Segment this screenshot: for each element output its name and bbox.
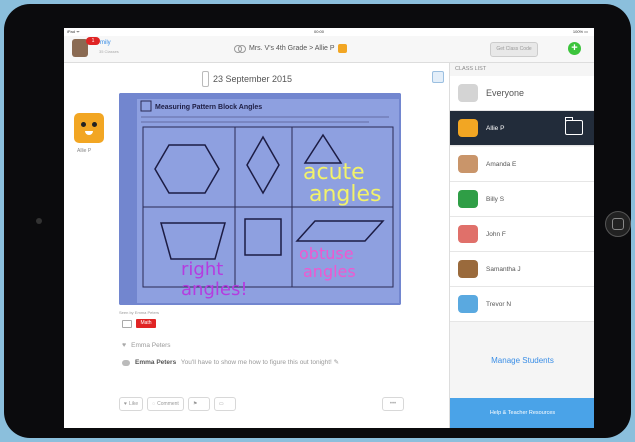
breadcrumb-text: Mrs. V's 4th Grade > Allie P xyxy=(249,45,335,52)
like-button[interactable]: ♥ Like xyxy=(119,397,144,411)
user-name[interactable]: mily xyxy=(100,40,111,46)
class-list-item-label: Everyone xyxy=(486,88,525,98)
tablet-frame: iPad ᯤ 00:00 100% ▭ 1 mily 35 Classes Mr… xyxy=(4,4,631,438)
class-list-sidebar: CLASS LIST Everyone Allie P Amanda E Bil… xyxy=(449,63,594,428)
home-button[interactable] xyxy=(605,211,631,237)
comment-icon: ◌ xyxy=(152,401,156,407)
date-label: 23 September 2015 xyxy=(213,74,293,84)
flag-button[interactable]: ⚑ xyxy=(187,397,210,411)
manage-students-link[interactable]: Manage Students xyxy=(450,356,594,365)
class-list-item-samantha-j[interactable]: Samantha J xyxy=(450,252,594,287)
tiger-icon xyxy=(458,119,478,137)
portfolio-folder-icon[interactable] xyxy=(565,117,583,135)
more-button[interactable]: ••• xyxy=(382,397,404,411)
octopus-icon xyxy=(458,225,478,243)
subject-tag[interactable]: Math xyxy=(136,319,156,328)
calendar-icon xyxy=(202,71,209,87)
class-list-item-amanda-e[interactable]: Amanda E xyxy=(450,147,594,182)
class-group-icon xyxy=(234,44,246,53)
whale-icon xyxy=(458,295,478,313)
heart-icon: ♥ xyxy=(124,401,127,407)
obtuse-annotation-line1: obtuse xyxy=(299,244,354,263)
folder-icon: ▭ xyxy=(218,401,224,407)
clock: 00:00 xyxy=(314,29,325,34)
obtuse-annotation-line2: angles xyxy=(303,262,356,281)
battery-indicator: 100% ▭ xyxy=(572,29,588,34)
nav-bar: 1 mily 35 Classes Mrs. V's 4th Grade > A… xyxy=(64,36,594,63)
comment-button[interactable]: ◌ Comment xyxy=(147,397,184,411)
student-name: Allie P xyxy=(77,148,92,154)
comment: Emma Peters You'll have to show me how t… xyxy=(122,357,402,369)
student-avatar[interactable] xyxy=(74,113,104,143)
worksheet-title: Measuring Pattern Block Angles xyxy=(155,104,262,111)
comment-text: You'll have to show me how to figure thi… xyxy=(180,359,340,366)
dinosaur-icon xyxy=(458,190,478,208)
carrier-label: iPad ᯤ xyxy=(67,29,80,34)
like-name: Emma Peters xyxy=(131,342,171,349)
acute-annotation-line2: angles xyxy=(309,182,382,207)
like-button-label: Like xyxy=(128,401,139,407)
comment-bubble-icon xyxy=(122,360,130,366)
dog-icon xyxy=(458,155,478,173)
class-list-item-label: Amanda E xyxy=(486,160,517,168)
comment-author: Emma Peters xyxy=(135,359,177,366)
right-annotation-line2: angles! xyxy=(181,279,248,300)
help-teacher-resources-button[interactable]: Help & Teacher Resources xyxy=(450,398,594,428)
breadcrumb[interactable]: Mrs. V's 4th Grade > Allie P xyxy=(234,44,347,53)
like-row: ♥ Emma Peters xyxy=(122,342,171,349)
worksheet-photo[interactable]: Measuring Pattern Block Angles acute ang… xyxy=(119,93,401,305)
class-list-item-label: Allie P xyxy=(486,124,505,132)
get-class-code-button[interactable]: Get Class Code xyxy=(490,42,538,57)
class-list-item-label: Samantha J xyxy=(486,265,521,273)
flag-icon: ⚑ xyxy=(192,401,198,407)
user-subtitle: 35 Classes xyxy=(99,49,119,54)
class-list-item-billy-s[interactable]: Billy S xyxy=(450,182,594,217)
class-list-item-john-f[interactable]: John F xyxy=(450,217,594,252)
right-annotation-line1: right xyxy=(181,259,223,280)
heart-icon: ♥ xyxy=(122,342,127,349)
folder-icon[interactable] xyxy=(122,320,132,328)
story-feed: 23 September 2015 Allie P Measuring Patt… xyxy=(64,63,448,428)
class-list-item-label: John F xyxy=(486,230,506,238)
add-button[interactable]: + xyxy=(568,42,581,55)
class-list-header: CLASS LIST xyxy=(455,66,487,72)
view-toggle-icon[interactable] xyxy=(432,71,444,83)
app-screen: iPad ᯤ 00:00 100% ▭ 1 mily 35 Classes Mr… xyxy=(64,28,594,428)
group-icon xyxy=(458,84,478,102)
date-header: 23 September 2015 xyxy=(202,71,292,87)
camera xyxy=(36,218,42,224)
tiger-icon xyxy=(337,44,347,53)
class-list-item-label: Billy S xyxy=(486,195,505,203)
comment-button-label: Comment xyxy=(157,401,179,407)
class-list-item-allie-p[interactable]: Allie P xyxy=(450,111,594,146)
horse-icon xyxy=(458,260,478,278)
class-list-item-trevor-n[interactable]: Trevor N xyxy=(450,287,594,322)
class-list-item-label: Trevor N xyxy=(486,300,512,308)
notification-badge[interactable]: 1 xyxy=(86,37,100,45)
folder-button[interactable]: ▭ xyxy=(213,397,236,411)
action-bar: ♥ Like ◌ Comment ⚑ ▭ xyxy=(119,397,236,411)
class-list-item-everyone[interactable]: Everyone xyxy=(450,76,594,111)
status-bar: iPad ᯤ 00:00 100% ▭ xyxy=(64,28,594,36)
photo-credit: Seen by Emma Peters xyxy=(119,310,160,315)
